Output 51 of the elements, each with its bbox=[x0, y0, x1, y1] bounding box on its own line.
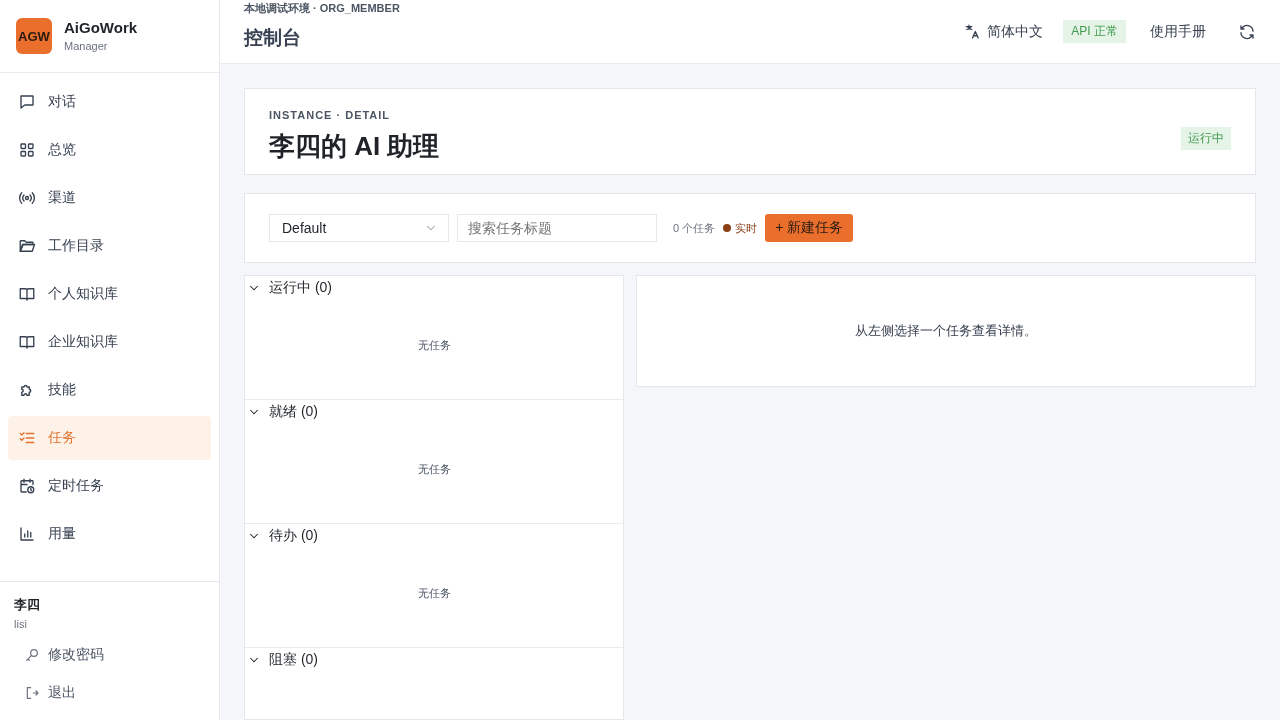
calendar-clock-icon bbox=[18, 477, 36, 495]
key-icon bbox=[24, 647, 40, 663]
manual-link[interactable]: 使用手册 bbox=[1150, 22, 1206, 41]
book-icon bbox=[18, 333, 36, 351]
group-header[interactable]: 运行中 (0) bbox=[245, 276, 334, 300]
group-header[interactable]: 待办 (0) bbox=[245, 524, 320, 548]
instance-title: 李四的 AI 助理 bbox=[269, 130, 440, 163]
sidebar-item[interactable]: 用量 bbox=[8, 512, 211, 556]
empty-message: 无任务 bbox=[416, 462, 452, 477]
chat-bubble-icon bbox=[18, 93, 36, 111]
grid-icon bbox=[18, 141, 36, 159]
sidebar-item[interactable]: 渠道 bbox=[8, 176, 211, 220]
sidebar-item[interactable]: 个人知识库 bbox=[8, 272, 211, 316]
user-login: lisi bbox=[14, 618, 28, 630]
select-value: Default bbox=[282, 220, 327, 236]
search-field[interactable]: 搜索任务标题 bbox=[457, 214, 657, 242]
sidebar-item[interactable]: 定时任务 bbox=[8, 464, 211, 508]
empty-message: 无任务 bbox=[416, 338, 452, 353]
page-title: 控制台 bbox=[244, 25, 302, 50]
sidebar-item[interactable]: 技能 bbox=[8, 368, 211, 412]
status-badge: 运行中 bbox=[1181, 127, 1231, 150]
environment-label: 本地调试环境 · ORG_MEMBER bbox=[244, 0, 400, 16]
empty-message: 无任务 bbox=[416, 586, 452, 601]
user-action-link[interactable]: 修改密码 bbox=[14, 636, 205, 674]
api-status-badge: API 正常 bbox=[1063, 20, 1126, 43]
section-eyebrow: INSTANCE · DETAIL bbox=[269, 109, 392, 121]
logout-icon bbox=[24, 685, 40, 701]
sidebar-item[interactable]: 工作目录 bbox=[8, 224, 211, 268]
sidebar-item[interactable]: 对话 bbox=[8, 80, 211, 124]
broadcast-icon bbox=[18, 189, 36, 207]
detail-message: 从左侧选择一个任务查看详情。 bbox=[855, 322, 1037, 340]
group-header[interactable]: 阻塞 (0) bbox=[245, 648, 320, 672]
live-label: 实时 bbox=[735, 220, 758, 236]
board-select[interactable]: Default bbox=[269, 214, 449, 242]
app-name: AiGoWork bbox=[64, 18, 138, 37]
sidebar-item[interactable]: 总览 bbox=[8, 128, 211, 172]
refresh-button[interactable] bbox=[1238, 22, 1256, 41]
group-header[interactable]: 就绪 (0) bbox=[245, 400, 320, 424]
sidebar-item[interactable]: 企业知识库 bbox=[8, 320, 211, 364]
user-name: 李四 bbox=[14, 596, 41, 614]
app-subtitle: Manager bbox=[64, 39, 109, 54]
bar-chart-icon bbox=[18, 525, 36, 543]
user-action-link[interactable]: 退出 bbox=[14, 674, 205, 712]
book-icon bbox=[18, 285, 36, 303]
live-dot bbox=[723, 224, 732, 232]
folder-icon bbox=[18, 237, 36, 255]
task-count: 0 个任务 bbox=[673, 220, 716, 236]
new-task-button[interactable]: + 新建任务 bbox=[765, 214, 854, 242]
app-logo: AGW bbox=[16, 18, 52, 54]
language-button[interactable]: 简体中文 bbox=[964, 22, 1044, 41]
translate-icon bbox=[964, 23, 982, 40]
